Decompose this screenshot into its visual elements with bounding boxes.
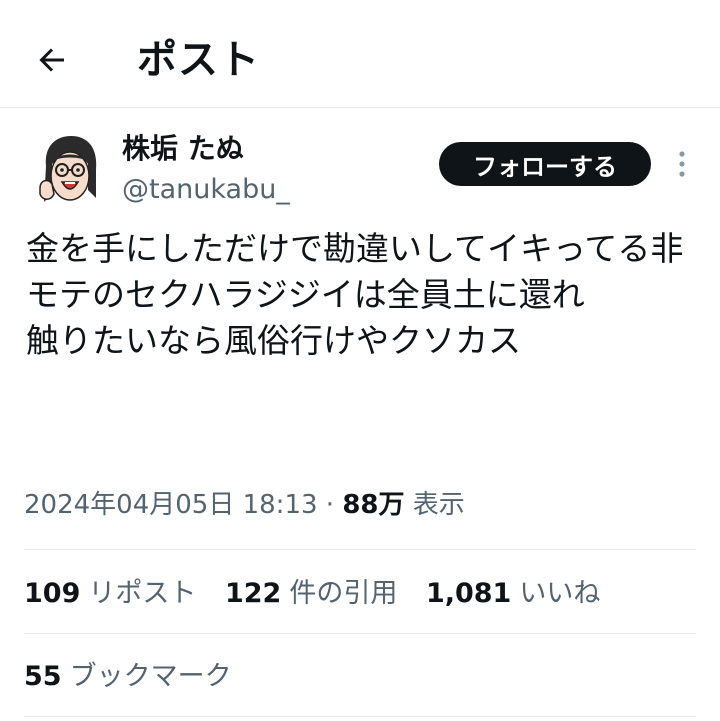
bookmarks-label: ブックマーク bbox=[69, 661, 232, 692]
likes-stat[interactable]: 1,081 いいね bbox=[426, 574, 600, 614]
quotes-count: 122 bbox=[224, 578, 282, 609]
author-display-name[interactable]: 株垢 たぬ bbox=[122, 130, 244, 168]
bookmarks-stat[interactable]: 55 ブックマーク bbox=[24, 657, 232, 697]
back-button[interactable] bbox=[22, 30, 82, 90]
quotes-stat[interactable]: 122 件の引用 bbox=[225, 574, 397, 614]
avatar-illustration bbox=[39, 136, 97, 202]
quotes-label: 件の引用 bbox=[289, 578, 398, 609]
timestamp[interactable]: 2024年04月05日 18:13 bbox=[24, 490, 318, 520]
divider bbox=[24, 716, 696, 717]
divider bbox=[24, 549, 696, 550]
divider bbox=[24, 633, 696, 634]
more-options-button[interactable] bbox=[668, 146, 696, 182]
page-title: ポスト bbox=[137, 37, 260, 83]
views-label: 表示 bbox=[412, 490, 465, 520]
more-vertical-icon bbox=[679, 151, 685, 177]
arrow-left-icon bbox=[39, 48, 64, 72]
avatar[interactable] bbox=[38, 132, 102, 212]
tweet-text: 金を手にしただけで勘違いしてイキってる非モテのセクハラジジイは全員土に還れ 触り… bbox=[26, 229, 684, 360]
tweet-meta: 2024年04月05日 18:13 · 88万 表示 bbox=[24, 486, 465, 524]
engagement-stats: 109 リポスト 122 件の引用 1,081 いいね bbox=[24, 574, 620, 614]
follow-button[interactable]: フォローする bbox=[439, 142, 651, 186]
reposts-label: リポスト bbox=[88, 578, 197, 609]
reposts-stat[interactable]: 109 リポスト bbox=[24, 574, 196, 614]
likes-label: いいね bbox=[519, 578, 601, 609]
meta-separator: · bbox=[325, 490, 335, 520]
bookmarks-count: 55 bbox=[24, 661, 62, 692]
views-count: 88万 bbox=[342, 490, 405, 520]
top-bar: ポスト bbox=[0, 0, 720, 108]
author-handle[interactable]: @tanukabu_ bbox=[122, 172, 290, 208]
likes-count: 1,081 bbox=[425, 578, 512, 609]
reposts-count: 109 bbox=[24, 578, 81, 609]
